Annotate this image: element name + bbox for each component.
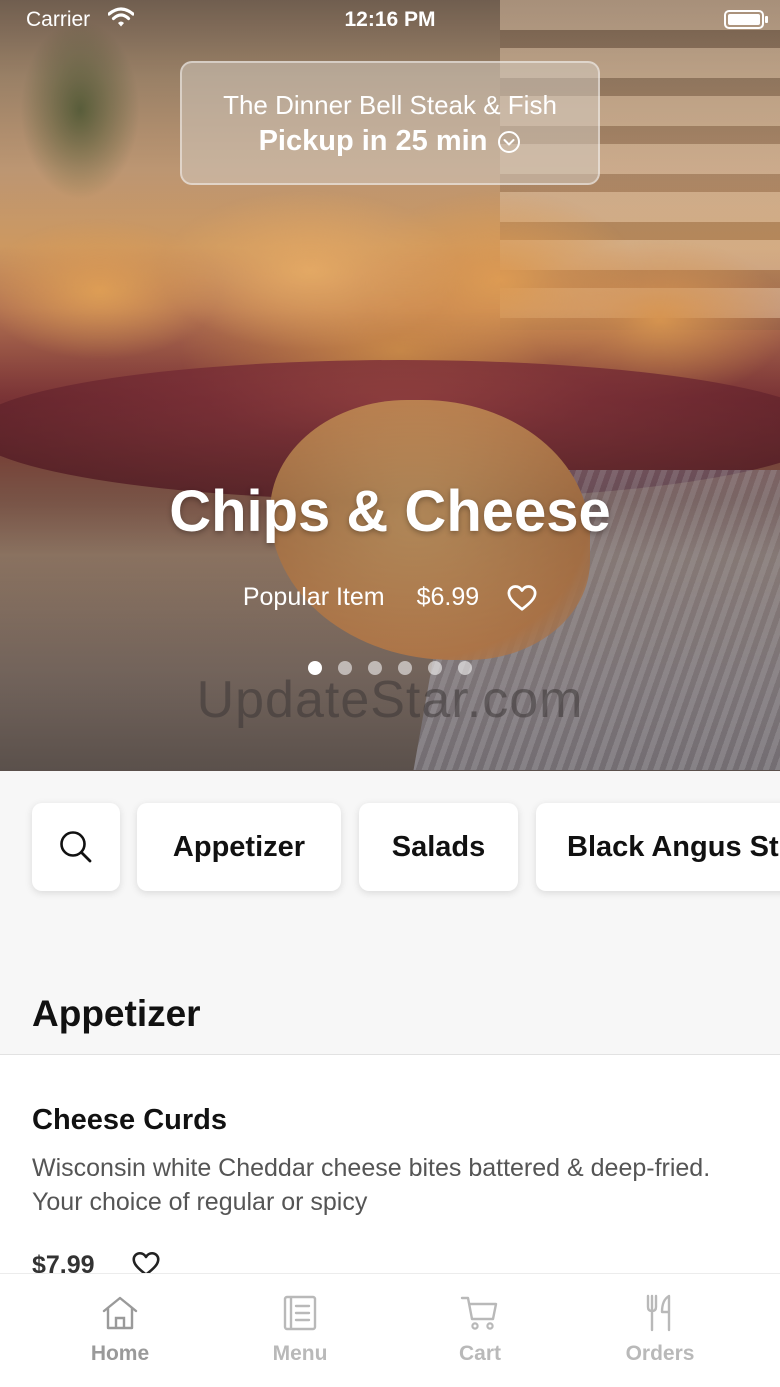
battery-icon: [724, 10, 768, 29]
tab-home[interactable]: Home: [30, 1274, 210, 1387]
hero-banner[interactable]: Carrier 12:16 PM The Dinner Bell Steak &…: [0, 0, 780, 771]
menu-item-name: Cheese Curds: [32, 1104, 228, 1136]
search-button[interactable]: [32, 803, 120, 891]
chevron-down-circle-icon: [498, 130, 521, 153]
pickup-eta: Pickup in 25 min: [258, 125, 488, 157]
tab-label: Menu: [272, 1342, 328, 1365]
featured-item-price: $6.99: [416, 583, 480, 611]
section-title: Appetizer: [32, 993, 201, 1034]
category-bar: Appetizer Salads Black Angus St: [0, 771, 780, 931]
popular-badge: Popular Item: [242, 583, 385, 611]
status-time: 12:16 PM: [344, 8, 436, 31]
heart-icon[interactable]: [507, 584, 537, 612]
tab-orders[interactable]: Orders: [570, 1274, 750, 1387]
home-icon: [102, 1296, 138, 1330]
featured-item-meta: Popular Item $6.99: [0, 583, 780, 612]
category-chip-black-angus[interactable]: Black Angus St: [536, 803, 780, 891]
tab-label: Orders: [625, 1342, 695, 1365]
menu-icon: [283, 1295, 317, 1331]
search-icon: [60, 831, 92, 863]
tab-menu[interactable]: Menu: [210, 1274, 390, 1387]
menu-item-card[interactable]: Cheese Curds Wisconsin white Cheddar che…: [0, 1055, 780, 1287]
category-chip-salads[interactable]: Salads: [359, 803, 518, 891]
menu-item-description: Wisconsin white Cheddar cheese bites bat…: [32, 1154, 711, 1216]
status-bar: Carrier 12:16 PM: [0, 0, 780, 40]
pickup-selector[interactable]: The Dinner Bell Steak & Fish Pickup in 2…: [180, 61, 600, 185]
featured-item-title: Chips & Cheese: [169, 479, 611, 544]
tab-label: Home: [90, 1342, 150, 1365]
watermark: UpdateStar.com: [196, 671, 584, 729]
tab-cart[interactable]: Cart: [390, 1274, 570, 1387]
tab-bar: Home Menu Cart Orders: [0, 1273, 780, 1387]
utensils-icon: [646, 1294, 671, 1332]
restaurant-name: The Dinner Bell Steak & Fish: [223, 90, 557, 120]
tab-label: Cart: [458, 1342, 501, 1365]
cart-icon: [460, 1296, 498, 1330]
category-chip-appetizer[interactable]: Appetizer: [137, 803, 341, 891]
